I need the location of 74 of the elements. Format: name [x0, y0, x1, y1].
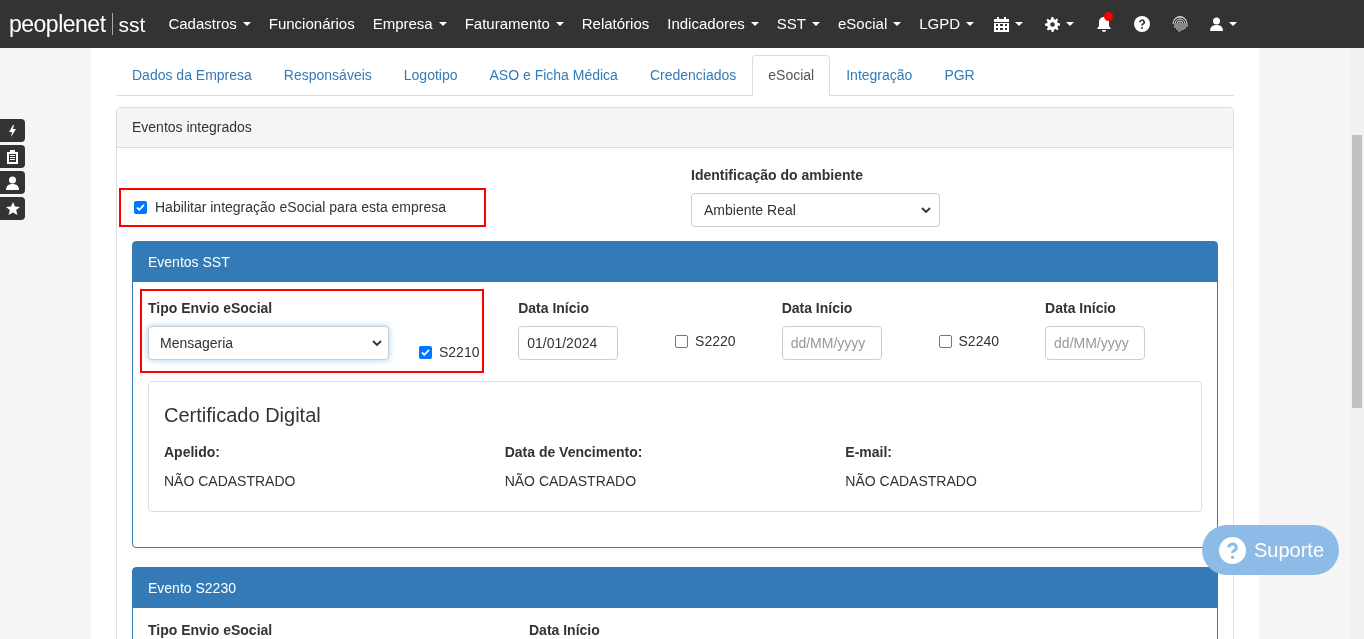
- nav-menu-item[interactable]: LGPD: [910, 12, 984, 36]
- checkbox[interactable]: [419, 345, 432, 359]
- bolt-icon: [9, 124, 16, 137]
- caret-icon: [812, 22, 820, 26]
- checkbox[interactable]: [938, 335, 952, 348]
- nav-menu-item[interactable]: Empresa: [363, 12, 456, 36]
- field-value: NÃO CADASTRADO: [845, 472, 978, 491]
- field-label: Data Início: [781, 299, 854, 318]
- chevron-down-icon: [921, 206, 931, 214]
- caret-icon: [966, 22, 975, 26]
- tab[interactable]: ASO e Ficha Médica: [473, 55, 634, 95]
- side-toolbar-button[interactable]: [0, 119, 25, 142]
- caret-icon: [1066, 22, 1075, 26]
- nav-menu-item[interactable]: Faturamento: [455, 12, 573, 36]
- brand-logo-text: peoplenet: [9, 12, 106, 36]
- caret-icon: [750, 22, 759, 26]
- tab[interactable]: eSocial: [752, 55, 831, 96]
- side-toolbar-button[interactable]: [0, 145, 25, 168]
- side-toolbar-button[interactable]: [0, 197, 25, 220]
- field-value: NÃO CADASTRADO: [164, 472, 297, 491]
- nav-menu-item[interactable]: Funcionários: [259, 12, 364, 36]
- side-toolbar-button[interactable]: [0, 171, 25, 194]
- field-label: Tipo Envio eSocial: [148, 621, 274, 639]
- panel-heading: Evento S2230: [133, 568, 1217, 608]
- card-title: Certificado Digital: [164, 403, 322, 428]
- panel-heading: Eventos SST: [133, 242, 1217, 282]
- tab[interactable]: PGR: [928, 55, 991, 95]
- settings-icon: [1045, 16, 1061, 32]
- field-label: Data de Vencimento:: [504, 443, 644, 462]
- panel-heading: Eventos integrados: [117, 108, 1233, 148]
- checkbox-label: Habilitar integração eSocial para esta empresa: [155, 198, 447, 217]
- field-label: Data Início: [1045, 299, 1117, 318]
- caret-icon: [1015, 22, 1024, 26]
- date-field[interactable]: 01/01/2024: [518, 326, 619, 360]
- nav-menu-item[interactable]: SST: [767, 12, 829, 36]
- tab[interactable]: Logotipo: [387, 55, 474, 95]
- caret-icon: [555, 22, 564, 26]
- caret-icon: [242, 22, 251, 26]
- nav-menu-item[interactable]: Relatórios: [572, 12, 659, 36]
- chevron-down-icon: [372, 339, 382, 347]
- field-label: E-mail:: [845, 443, 893, 462]
- select-field[interactable]: Mensageria: [148, 326, 389, 360]
- select-field[interactable]: Ambiente Real: [691, 193, 940, 227]
- calendar-icon: [994, 16, 1010, 32]
- tab[interactable]: Dados da Empresa: [116, 55, 268, 95]
- scrollbar-thumb[interactable]: [1352, 135, 1362, 408]
- nav-menu-item[interactable]: Cadastros: [159, 12, 260, 36]
- field-label: Identificação do ambiente: [691, 166, 864, 185]
- field-value: NÃO CADASTRADO: [504, 472, 638, 491]
- help-icon: [1219, 536, 1246, 564]
- user-icon: [1210, 17, 1224, 31]
- tab[interactable]: Responsáveis: [267, 55, 388, 95]
- nav-menu-item[interactable]: eSocial: [829, 12, 911, 36]
- field-label: Data Início: [518, 299, 590, 318]
- field-label: Apelido:: [164, 443, 221, 462]
- help-icon: [1134, 16, 1151, 32]
- caret-icon: [1229, 22, 1238, 26]
- checkbox-label: S2210: [439, 342, 480, 362]
- checkbox-label: S2220: [695, 332, 736, 351]
- field-label: Tipo Envio eSocial: [148, 299, 274, 318]
- user-icon: [6, 175, 19, 190]
- checkbox[interactable]: [134, 201, 147, 214]
- caret-icon: [893, 22, 902, 26]
- caret-icon: [438, 22, 447, 26]
- checkbox-label: S2240: [958, 332, 999, 351]
- checkbox[interactable]: [675, 335, 689, 348]
- tab[interactable]: Credenciados: [633, 55, 753, 95]
- field-label: Data Início: [529, 621, 600, 639]
- fingerprint-icon: [1172, 15, 1189, 33]
- brand-product-text: sst: [118, 13, 146, 35]
- star-icon: [5, 202, 20, 215]
- nav-menu-item[interactable]: Indicadores: [658, 12, 768, 36]
- clipboard-icon: [7, 149, 18, 164]
- tab[interactable]: Integração: [830, 55, 929, 95]
